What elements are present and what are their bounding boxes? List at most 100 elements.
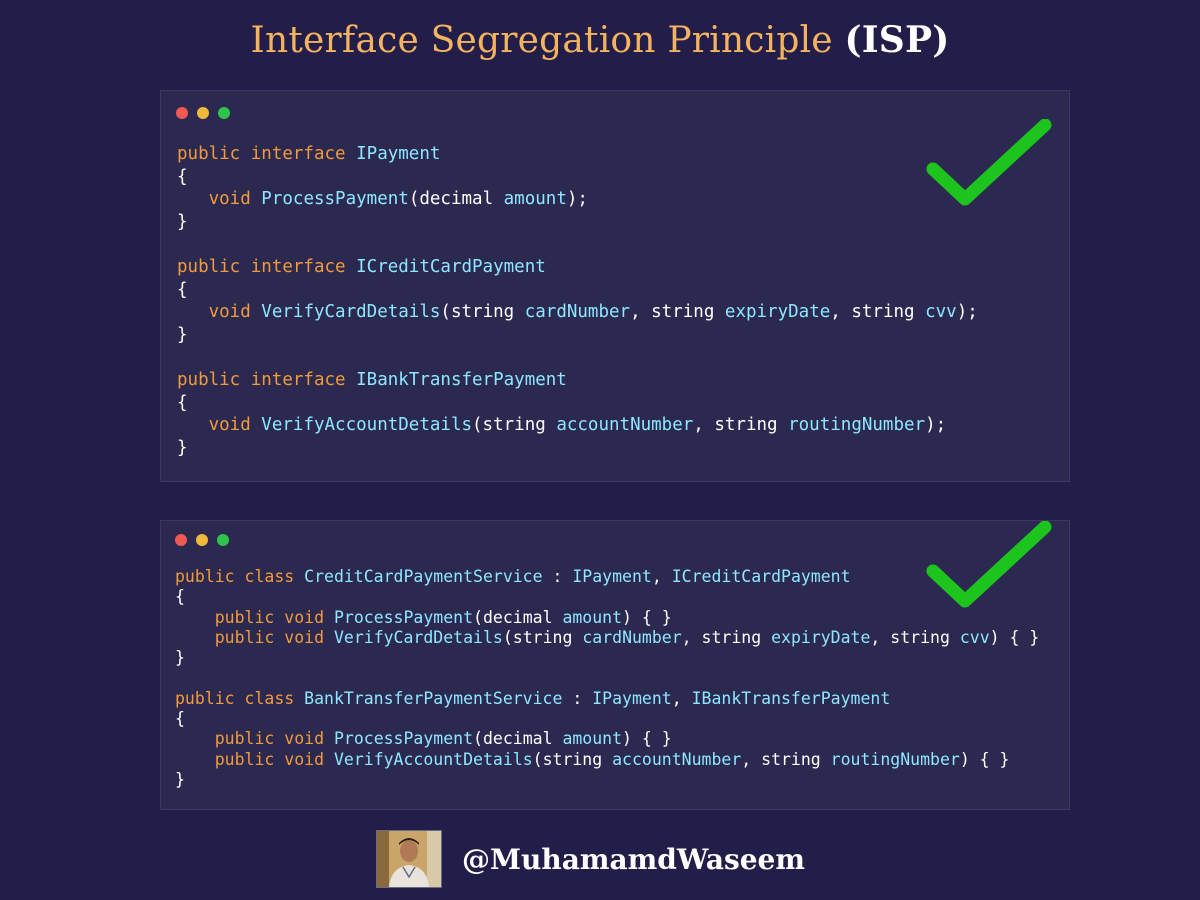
- code-line: {: [177, 166, 978, 189]
- code-keyword: public void: [175, 627, 334, 647]
- code-identifier: IPayment: [572, 567, 652, 586]
- title-abbreviation: (ISP): [844, 19, 950, 61]
- author-handle: @MuhamamdWaseem: [462, 843, 805, 876]
- code-text: (decimal: [473, 607, 563, 627]
- code-text: , string: [681, 627, 772, 647]
- code-text: {: [177, 166, 188, 187]
- code-identifier: VerifyAccountDetails: [261, 415, 473, 436]
- code-line: {: [175, 587, 1039, 607]
- code-text: (string: [532, 749, 613, 769]
- code-line: public interface ICreditCardPayment: [177, 256, 978, 279]
- code-identifier: VerifyCardDetails: [261, 302, 441, 323]
- code-identifier: IBankTransferPayment: [356, 369, 567, 390]
- code-text: }: [177, 211, 188, 232]
- code-text: ) { }: [989, 627, 1040, 647]
- code-line: }: [175, 648, 1039, 668]
- code-text: ) { }: [622, 729, 672, 749]
- code-text: );: [956, 302, 978, 323]
- code-line: }: [177, 437, 978, 460]
- code-line: void VerifyCardDetails(string cardNumber…: [177, 301, 978, 324]
- code-identifier: VerifyCardDetails: [333, 627, 503, 647]
- code-line: public class CreditCardPaymentService : …: [175, 567, 1039, 587]
- code-identifier: BankTransferPaymentService: [304, 688, 563, 708]
- checkmark-icon: [926, 521, 1052, 608]
- code-keyword: public class: [175, 567, 305, 586]
- minimize-dot-icon: [197, 107, 209, 119]
- code-identifier: ProcessPayment: [333, 729, 474, 749]
- code-line: }: [177, 324, 978, 347]
- interfaces-code-panel: public interface IPayment{ void ProcessP…: [160, 90, 1070, 482]
- code-line: public void ProcessPayment(decimal amoun…: [175, 608, 1039, 628]
- author-avatar: [376, 830, 442, 888]
- code-identifier: amount: [562, 729, 623, 749]
- code-text: , string: [693, 415, 789, 436]
- code-line: public void VerifyCardDetails(string car…: [175, 627, 1040, 648]
- code-line: public void ProcessPayment(decimal amoun…: [175, 729, 1039, 749]
- code-text: :: [562, 688, 593, 708]
- code-identifier: amount: [503, 189, 567, 210]
- code-line: void VerifyAccountDetails(string account…: [177, 414, 978, 437]
- close-dot-icon: [175, 534, 187, 546]
- code-text: {: [175, 587, 185, 607]
- code-identifier: ProcessPayment: [261, 189, 409, 210]
- code-identifier: IPayment: [592, 688, 672, 708]
- code-keyword: public void: [175, 607, 334, 627]
- code-keyword: void: [177, 302, 262, 323]
- title-main: Interface Segregation Principle: [250, 20, 833, 61]
- code-text: }: [177, 437, 188, 458]
- code-identifier: ICreditCardPayment: [356, 256, 546, 277]
- code-line: public class BankTransferPaymentService …: [175, 689, 1039, 709]
- code-identifier: expiryDate: [771, 627, 871, 647]
- maximize-dot-icon: [217, 534, 229, 546]
- code-identifier: expiryDate: [724, 302, 831, 323]
- code-identifier: routingNumber: [830, 749, 960, 769]
- code-keyword: public void: [175, 729, 334, 749]
- code-keyword: public class: [175, 688, 305, 708]
- code-text: (decimal: [408, 189, 504, 210]
- code-keyword: void: [177, 189, 262, 210]
- checkmark-icon: [926, 119, 1052, 206]
- classes-code-block: public class CreditCardPaymentService : …: [175, 567, 1039, 790]
- code-identifier: IBankTransferPayment: [691, 688, 891, 708]
- code-keyword: public interface: [177, 369, 357, 390]
- code-identifier: cardNumber: [524, 302, 631, 323]
- page-title: Interface Segregation Principle (ISP): [0, 14, 1200, 67]
- code-line: }: [175, 770, 1039, 790]
- code-text: }: [175, 648, 185, 668]
- code-text: }: [175, 769, 185, 789]
- code-text: }: [177, 324, 188, 345]
- code-text: );: [925, 415, 947, 436]
- code-text: , string: [870, 627, 960, 647]
- code-identifier: CreditCardPaymentService: [304, 567, 543, 586]
- code-text: (decimal: [473, 729, 563, 749]
- code-text: ,: [671, 688, 692, 708]
- classes-code-panel: public class CreditCardPaymentService : …: [160, 520, 1070, 810]
- code-text: :: [542, 567, 573, 586]
- avatar-icon: [377, 831, 441, 887]
- code-identifier: VerifyAccountDetails: [333, 749, 533, 769]
- window-controls: [175, 534, 229, 546]
- code-keyword: public interface: [177, 144, 357, 164]
- interfaces-code-block: public interface IPayment{ void ProcessP…: [177, 143, 978, 459]
- code-line: {: [177, 279, 978, 302]
- code-identifier: ICreditCardPayment: [671, 567, 851, 586]
- code-identifier: ProcessPayment: [333, 607, 474, 627]
- code-identifier: cardNumber: [582, 627, 682, 647]
- code-identifier: amount: [562, 607, 623, 627]
- code-identifier: IPayment: [356, 144, 441, 164]
- code-keyword: void: [177, 415, 262, 436]
- code-text: , string: [630, 302, 725, 323]
- code-text: {: [177, 392, 188, 413]
- code-text: , string: [830, 302, 926, 323]
- code-line: {: [175, 709, 1039, 729]
- code-keyword: public interface: [177, 256, 357, 277]
- window-controls: [176, 107, 230, 119]
- code-line: void ProcessPayment(decimal amount);: [177, 188, 978, 211]
- code-identifier: routingNumber: [788, 415, 926, 436]
- code-text: {: [175, 709, 185, 729]
- code-line: public interface IPayment: [177, 143, 978, 166]
- code-line: public void VerifyAccountDetails(string …: [175, 750, 1039, 770]
- code-identifier: accountNumber: [612, 749, 742, 769]
